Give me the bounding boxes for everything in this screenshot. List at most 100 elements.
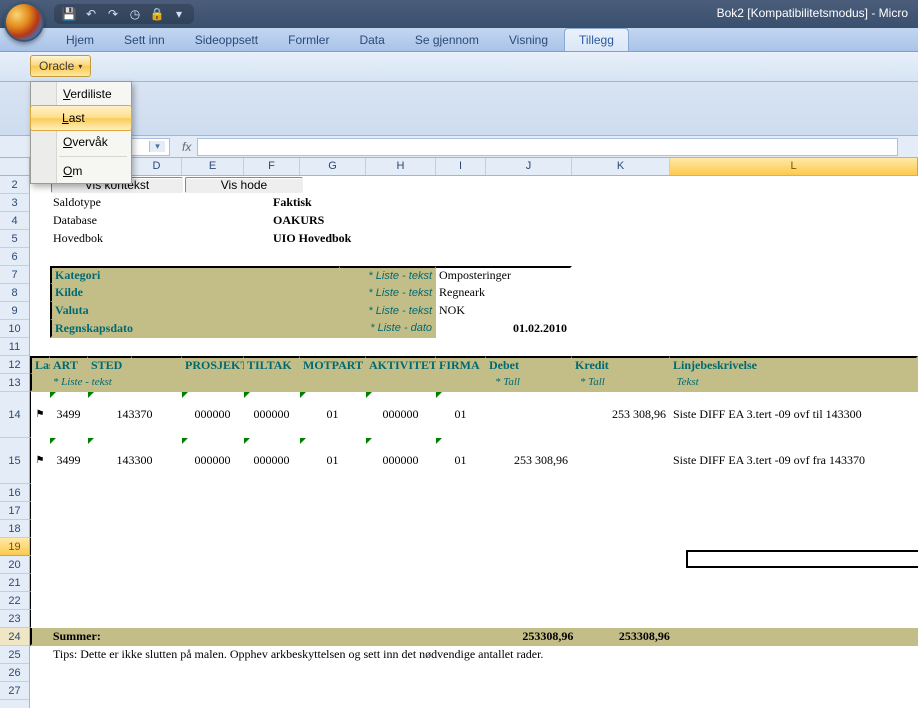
hovedbok-label[interactable]: Hovedbok bbox=[50, 230, 270, 248]
row-header[interactable]: 19 bbox=[0, 538, 29, 556]
tip-text[interactable]: Tips: Dette er ikke slutten på malen. Op… bbox=[50, 646, 918, 664]
row-header[interactable]: 25 bbox=[0, 646, 29, 664]
tab-sideoppsett[interactable]: Sideoppsett bbox=[181, 29, 272, 51]
kategori-label[interactable]: Kategori bbox=[50, 266, 340, 284]
summary-kredit[interactable]: 253308,96 bbox=[577, 628, 674, 646]
hdr-art[interactable]: ART bbox=[50, 356, 88, 374]
row-header[interactable]: 6 bbox=[0, 248, 29, 266]
cell-aktivitet[interactable]: 000000 bbox=[366, 438, 436, 484]
select-all[interactable] bbox=[0, 158, 29, 176]
cell-kredit[interactable] bbox=[572, 438, 670, 484]
undo-icon[interactable]: ↶ bbox=[84, 7, 98, 21]
lock-icon[interactable]: 🔒 bbox=[150, 7, 164, 21]
cell-kredit[interactable]: 253 308,96 bbox=[572, 392, 670, 438]
hdr-debet[interactable]: Debet bbox=[486, 356, 572, 374]
row-header[interactable]: 21 bbox=[0, 574, 29, 592]
cell-aktivitet[interactable]: 000000 bbox=[366, 392, 436, 438]
row-header[interactable]: 15 bbox=[0, 438, 29, 484]
vis-hode-button[interactable]: Vis hode bbox=[185, 177, 303, 193]
kilde-value[interactable]: Regneark bbox=[436, 284, 572, 302]
kilde-label[interactable]: Kilde bbox=[50, 284, 340, 302]
subhdr-linje[interactable]: Tekst bbox=[674, 374, 918, 392]
tab-settinn[interactable]: Sett inn bbox=[110, 29, 179, 51]
flag-icon[interactable]: ⚑ bbox=[30, 392, 50, 438]
redo-icon[interactable]: ↷ bbox=[106, 7, 120, 21]
regnskapsdato-label[interactable]: Regnskapsdato bbox=[50, 320, 340, 338]
sheet-area[interactable]: A B C D E F G H I J K L Vis kontekst Vis… bbox=[30, 158, 918, 708]
save-icon[interactable]: 💾 bbox=[62, 7, 76, 21]
subhdr-liste[interactable]: * Liste - tekst bbox=[50, 374, 143, 392]
tab-visning[interactable]: Visning bbox=[495, 29, 562, 51]
valuta-hint[interactable]: * Liste - tekst bbox=[340, 302, 436, 320]
col-header[interactable]: G bbox=[300, 158, 366, 175]
row-header[interactable]: 7 bbox=[0, 266, 29, 284]
row-header[interactable]: 23 bbox=[0, 610, 29, 628]
cell-art[interactable]: 3499 bbox=[50, 438, 88, 484]
subhdr-kredit[interactable]: * Tall bbox=[577, 374, 674, 392]
cell-tiltak[interactable]: 000000 bbox=[244, 392, 300, 438]
hdr-aktivitet[interactable]: AKTIVITET bbox=[366, 356, 436, 374]
row-header[interactable]: 10 bbox=[0, 320, 29, 338]
valuta-value[interactable]: NOK bbox=[436, 302, 572, 320]
row-header[interactable]: 3 bbox=[0, 194, 29, 212]
row-header[interactable]: 18 bbox=[0, 520, 29, 538]
cell-motpart[interactable]: 01 bbox=[300, 392, 366, 438]
cell-prosjekt[interactable]: 000000 bbox=[182, 392, 244, 438]
row-header[interactable]: 20 bbox=[0, 556, 29, 574]
database-value[interactable]: OAKURS bbox=[270, 212, 570, 230]
formula-input[interactable] bbox=[197, 138, 898, 156]
col-header[interactable]: I bbox=[436, 158, 486, 175]
kategori-value[interactable]: Omposteringer bbox=[436, 266, 572, 284]
row-header[interactable]: 9 bbox=[0, 302, 29, 320]
hdr-las[interactable]: Las bbox=[30, 356, 50, 374]
summary-label[interactable]: Summer: bbox=[50, 628, 493, 646]
col-header[interactable]: J bbox=[486, 158, 572, 175]
hdr-kredit[interactable]: Kredit bbox=[572, 356, 670, 374]
row-header[interactable]: 12 bbox=[0, 356, 29, 374]
tab-tillegg[interactable]: Tillegg bbox=[564, 28, 629, 51]
menu-last[interactable]: Last bbox=[30, 105, 132, 131]
hdr-prosjekt[interactable]: PROSJEKT bbox=[182, 356, 244, 374]
summary-debet[interactable]: 253308,96 bbox=[493, 628, 578, 646]
cell-prosjekt[interactable]: 000000 bbox=[182, 438, 244, 484]
menu-om[interactable]: Om bbox=[31, 159, 131, 183]
row-header[interactable]: 24 bbox=[0, 628, 29, 646]
oracle-menu-button[interactable]: Oracle ▾ bbox=[30, 55, 91, 77]
tab-formler[interactable]: Formler bbox=[274, 29, 343, 51]
col-header[interactable]: E bbox=[182, 158, 244, 175]
hovedbok-value[interactable]: UIO Hovedbok bbox=[270, 230, 570, 248]
row-header[interactable]: 13 bbox=[0, 374, 29, 392]
row-header[interactable]: 22 bbox=[0, 592, 29, 610]
row-header[interactable]: 4 bbox=[0, 212, 29, 230]
col-header[interactable]: K bbox=[572, 158, 670, 175]
cell-linje[interactable]: Siste DIFF EA 3.tert -09 ovf fra 143370 bbox=[670, 438, 918, 484]
hdr-tiltak[interactable]: TILTAK bbox=[244, 356, 300, 374]
saldotype-value[interactable]: Faktisk bbox=[270, 194, 570, 212]
regnskapsdato-hint[interactable]: * Liste - dato bbox=[340, 320, 436, 338]
status-icon[interactable]: ◷ bbox=[128, 7, 142, 21]
cell-tiltak[interactable]: 000000 bbox=[244, 438, 300, 484]
regnskapsdato-value[interactable]: 01.02.2010 bbox=[436, 320, 572, 338]
cell-sted[interactable]: 143300 bbox=[88, 438, 182, 484]
kilde-hint[interactable]: * Liste - tekst bbox=[340, 284, 436, 302]
row-header[interactable]: 14 bbox=[0, 392, 29, 438]
row-header[interactable]: 27 bbox=[0, 682, 29, 700]
row-header[interactable]: 5 bbox=[0, 230, 29, 248]
cell-firma[interactable]: 01 bbox=[436, 438, 486, 484]
row-header[interactable]: 2 bbox=[0, 176, 29, 194]
cell-debet[interactable] bbox=[486, 392, 572, 438]
fx-icon[interactable]: fx bbox=[182, 140, 191, 154]
col-header[interactable]: L bbox=[670, 158, 918, 175]
row-header[interactable]: 8 bbox=[0, 284, 29, 302]
office-button[interactable] bbox=[4, 2, 44, 42]
tab-data[interactable]: Data bbox=[345, 29, 398, 51]
col-header[interactable]: D bbox=[132, 158, 182, 175]
hdr-sted[interactable]: STED bbox=[88, 356, 132, 374]
name-box-dropdown-icon[interactable]: ▾ bbox=[149, 141, 165, 152]
saldotype-label[interactable]: Saldotype bbox=[50, 194, 270, 212]
row-header[interactable]: 11 bbox=[0, 338, 29, 356]
qat-dropdown-icon[interactable]: ▾ bbox=[172, 7, 186, 21]
row-header[interactable]: 26 bbox=[0, 664, 29, 682]
row-header[interactable]: 17 bbox=[0, 502, 29, 520]
hdr-motpart[interactable]: MOTPART bbox=[300, 356, 366, 374]
